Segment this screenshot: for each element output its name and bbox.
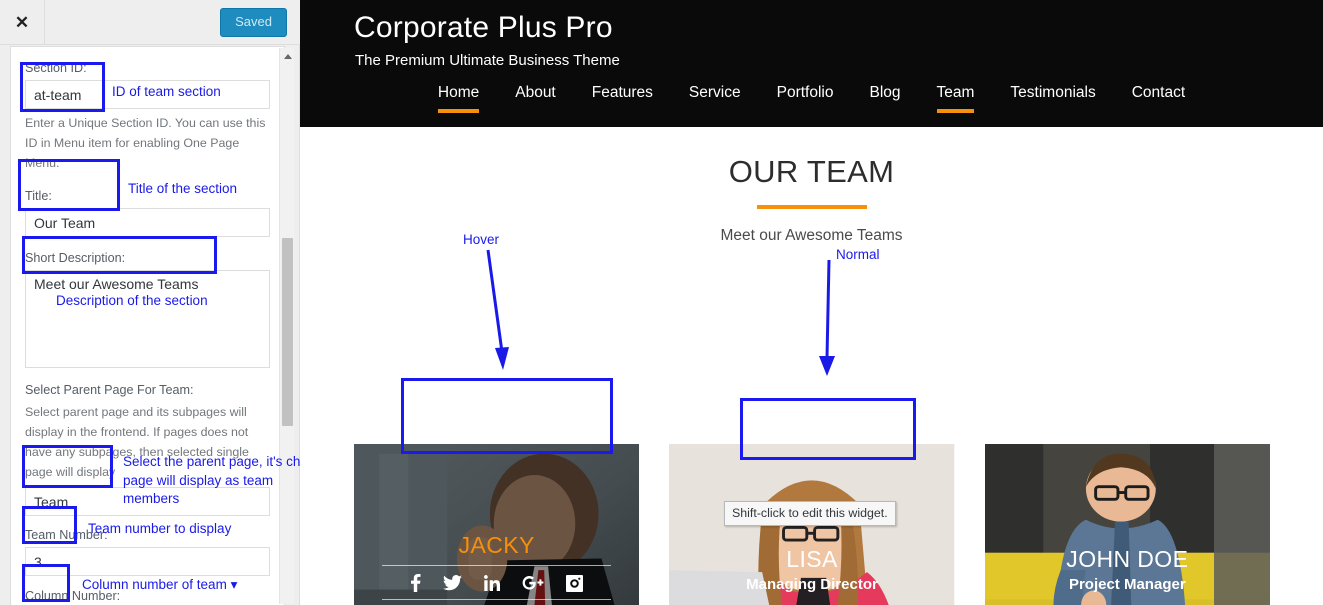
nav-item-contact[interactable]: Contact bbox=[1114, 80, 1203, 103]
widget-edit-tooltip: Shift-click to edit this widget. bbox=[724, 501, 896, 526]
team-member-name: JACKY bbox=[458, 532, 535, 558]
title-label: Title: bbox=[25, 189, 52, 203]
site-header: Corporate Plus Pro The Premium Ultimate … bbox=[300, 0, 1323, 127]
linkedin-icon[interactable] bbox=[484, 573, 501, 593]
team-member-name: JOHN DOE bbox=[1066, 546, 1189, 572]
facebook-icon[interactable] bbox=[410, 573, 421, 593]
nav-label: About bbox=[515, 84, 556, 101]
nav-item-about[interactable]: About bbox=[497, 80, 574, 103]
parent-page-help: Select parent page and its subpages will… bbox=[25, 405, 249, 479]
nav-label: Service bbox=[688, 84, 741, 101]
instagram-icon[interactable] bbox=[566, 573, 584, 593]
section-heading-rule bbox=[756, 205, 867, 209]
section-description: Meet our Awesome Teams bbox=[720, 227, 903, 244]
close-icon[interactable]: ✕ bbox=[0, 0, 45, 45]
nav-active-underline bbox=[936, 109, 975, 113]
nav-label: Home bbox=[437, 84, 480, 101]
team-number-input[interactable] bbox=[25, 547, 270, 576]
title-input[interactable] bbox=[25, 208, 270, 237]
screen: ✕ Saved Section ID: Enter a Unique Secti… bbox=[0, 0, 1323, 605]
team-member-role: Project Manager bbox=[1068, 576, 1186, 593]
team-card[interactable]: JACKY bbox=[354, 444, 640, 605]
nav-label: Features bbox=[591, 84, 653, 101]
scrollbar-thumb[interactable] bbox=[282, 238, 293, 426]
section-id-help: Enter a Unique Section ID. You can use t… bbox=[25, 116, 266, 170]
team-card-caption: JACKY bbox=[354, 531, 639, 605]
nav-label: Testimonials bbox=[1010, 84, 1096, 101]
nav-item-features[interactable]: Features bbox=[574, 80, 671, 103]
team-number-label: Team Number: bbox=[25, 528, 108, 542]
team-section: OUR TEAM Meet our Awesome Teams JACKY LI… bbox=[300, 152, 1323, 605]
social-links bbox=[354, 571, 639, 594]
primary-navigation: Home About Features Service Portfolio Bl… bbox=[300, 80, 1323, 127]
site-title: Corporate Plus Pro bbox=[354, 11, 613, 44]
nav-item-team[interactable]: Team bbox=[919, 80, 993, 113]
save-button[interactable]: Saved bbox=[220, 8, 287, 37]
nav-label: Blog bbox=[869, 84, 901, 101]
customizer-header: ✕ Saved bbox=[0, 0, 300, 45]
team-card[interactable]: JOHN DOE Project Manager bbox=[984, 444, 1270, 605]
nav-label: Portfolio bbox=[776, 84, 834, 101]
annotation-normal-label: Normal bbox=[836, 247, 880, 262]
parent-page-select[interactable] bbox=[25, 487, 270, 516]
sidebar-scrollbar[interactable] bbox=[279, 48, 294, 604]
customizer-panel: ✕ Saved Section ID: Enter a Unique Secti… bbox=[0, 0, 314, 605]
twitter-icon[interactable] bbox=[443, 573, 463, 593]
section-heading: OUR TEAM bbox=[728, 154, 895, 189]
nav-item-portfolio[interactable]: Portfolio bbox=[759, 80, 852, 103]
short-description-textarea[interactable] bbox=[25, 270, 270, 368]
section-id-input[interactable] bbox=[25, 80, 270, 109]
team-card-caption: LISA Managing Director bbox=[669, 545, 954, 595]
site-preview: Corporate Plus Pro The Premium Ultimate … bbox=[300, 0, 1323, 605]
google-plus-icon[interactable] bbox=[522, 573, 544, 593]
nav-item-testimonials[interactable]: Testimonials bbox=[992, 80, 1113, 103]
column-number-label: Column Number: bbox=[25, 589, 121, 603]
annotation-hover-arrow bbox=[486, 249, 509, 370]
nav-item-home[interactable]: Home bbox=[420, 80, 497, 113]
highlight-hover-card-caption bbox=[401, 378, 613, 454]
short-description-label: Short Description: bbox=[25, 251, 126, 265]
parent-page-label: Select Parent Page For Team: bbox=[25, 383, 194, 397]
annotation-normal-arrow bbox=[819, 259, 835, 376]
team-card-caption: JOHN DOE Project Manager bbox=[985, 545, 1270, 595]
site-tagline: The Premium Ultimate Business Theme bbox=[355, 52, 620, 69]
nav-label: Team bbox=[936, 84, 975, 101]
team-member-name: LISA bbox=[786, 546, 838, 572]
divider bbox=[382, 599, 612, 600]
scroll-up-arrow-icon[interactable] bbox=[280, 48, 295, 64]
section-id-label: Section ID: bbox=[25, 61, 87, 75]
nav-active-underline bbox=[437, 109, 480, 113]
nav-label: Contact bbox=[1131, 84, 1186, 101]
nav-item-blog[interactable]: Blog bbox=[851, 80, 918, 103]
nav-item-service[interactable]: Service bbox=[671, 80, 759, 103]
team-member-role: Managing Director bbox=[746, 576, 878, 593]
divider bbox=[382, 565, 612, 566]
customizer-form: Section ID: Enter a Unique Section ID. Y… bbox=[10, 46, 285, 605]
